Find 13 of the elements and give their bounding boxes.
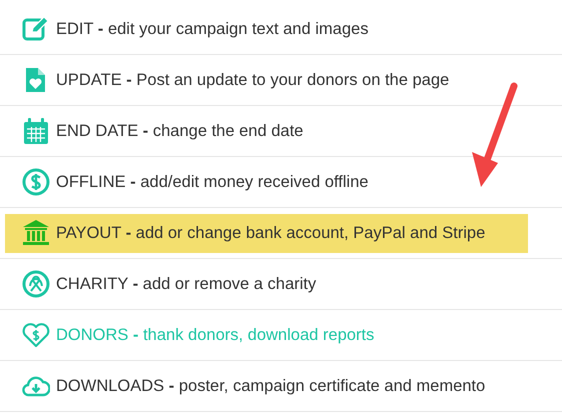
heart-icon	[22, 321, 50, 349]
menu-link[interactable]: PAYOUT - add or change bank account, PayPal and Stripe	[5, 214, 528, 252]
menu-link[interactable]: END DATE - change the end date	[5, 112, 304, 150]
menu-link[interactable]: EDIT - edit your campaign text and images	[5, 10, 368, 48]
menu-link[interactable]: UPDATE - Post an update to your donors on the page	[5, 60, 450, 100]
menu-link[interactable]: CHARITY - add or remove a charity	[5, 264, 316, 304]
menu-link[interactable]: DOWNLOADS - poster, campaign certificate and memento	[5, 366, 486, 406]
menu-link[interactable]: OFFLINE - add/edit money received offline	[5, 162, 368, 202]
calendar-icon	[22, 117, 50, 145]
edit-icon	[22, 15, 50, 43]
ribbon-icon	[22, 270, 50, 298]
dollar-icon	[22, 168, 50, 196]
bank-icon	[22, 219, 50, 247]
